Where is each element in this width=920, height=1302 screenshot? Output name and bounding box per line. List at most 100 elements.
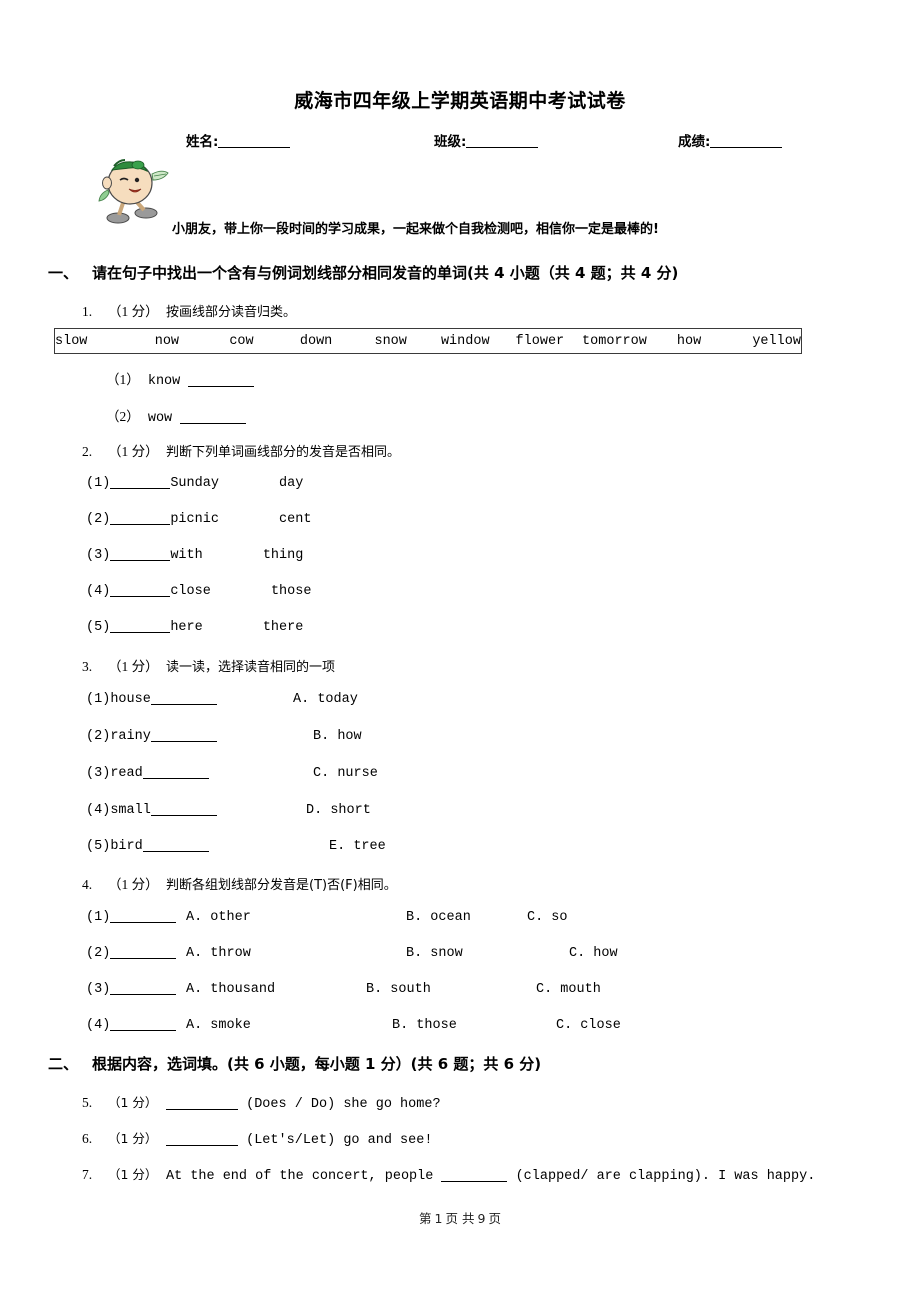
question-4-item-1-option-c[interactable]: C. so xyxy=(527,910,568,925)
student-name-field[interactable]: 姓名: xyxy=(186,130,291,150)
question-2-number: 2. xyxy=(82,444,93,459)
answer-blank[interactable] xyxy=(142,778,209,779)
option-key: B. xyxy=(313,729,330,744)
answer-blank[interactable] xyxy=(150,741,217,742)
answer-blank[interactable] xyxy=(142,851,209,852)
section-title-2: 根据内容，选词填。(共 6 小题，每小题 1 分）(共 6 题；共 6 分) xyxy=(92,1055,542,1073)
student-name-blank[interactable] xyxy=(218,147,291,148)
question-4-item-4-option-b[interactable]: B. those xyxy=(392,1018,457,1033)
item-label: (2) xyxy=(86,729,111,744)
answer-blank[interactable] xyxy=(110,596,171,597)
section-heading-2: 二、 根据内容，选词填。(共 6 小题，每小题 1 分）(共 6 题；共 6 分) xyxy=(48,1053,908,1074)
question-3-item-5: (5)bird xyxy=(86,839,209,854)
answer-blank[interactable] xyxy=(166,1109,238,1110)
item-label: (2) xyxy=(86,512,111,527)
student-score-label: 成绩: xyxy=(678,134,711,150)
question-2-item-2: (2) picnic cent xyxy=(86,512,311,527)
answer-blank[interactable] xyxy=(110,1030,177,1031)
question-7-points: （1 分） xyxy=(108,1167,158,1182)
student-class-blank[interactable] xyxy=(466,147,539,148)
question-1-header: 1. （1 分） 按画线部分读音归类。 xyxy=(82,300,296,320)
question-4-item-2-option-a[interactable]: A. throw xyxy=(186,946,251,961)
question-4-item-3-option-c[interactable]: C. mouth xyxy=(536,982,601,997)
page-title: 威海市四年级上学期英语期中考试试卷 xyxy=(294,90,626,112)
answer-blank[interactable] xyxy=(110,488,171,489)
question-3-header: 3. （1 分） 读一读，选择读音相同的一项 xyxy=(82,655,335,675)
option-value: nurse xyxy=(337,766,378,781)
item-label: (1) xyxy=(86,476,111,491)
footer-total-pages: 9 xyxy=(477,1211,486,1226)
answer-blank[interactable] xyxy=(110,922,177,923)
item-word: read xyxy=(110,766,143,781)
option-key: E. xyxy=(329,839,346,854)
question-4-item-4: (4) xyxy=(86,1018,177,1033)
question-4-item-4-option-c[interactable]: C. close xyxy=(556,1018,621,1033)
page-footer: 第1页 共9页 xyxy=(0,1208,920,1227)
question-6-row: 6. （1 分） (Let's/Let) go and see! xyxy=(82,1128,432,1148)
question-3-number: 3. xyxy=(82,659,93,674)
student-class-field[interactable]: 班级: xyxy=(434,130,539,150)
option-value: tree xyxy=(353,839,386,854)
question-3-item-2: (2)rainy xyxy=(86,729,217,744)
question-4-item-2-option-b[interactable]: B. snow xyxy=(406,946,463,961)
question-4-item-1-option-a[interactable]: A. other xyxy=(186,910,251,925)
word-bank-item: yellow xyxy=(752,333,801,349)
question-4-header: 4. （1 分） 判断各组划线部分发音是(T)否(F)相同。 xyxy=(82,873,397,893)
answer-blank[interactable] xyxy=(150,815,217,816)
student-name-label: 姓名: xyxy=(186,134,219,150)
question-1-item-2: （2） wow xyxy=(106,405,247,426)
item-word: rainy xyxy=(110,729,151,744)
item-label: (4) xyxy=(86,584,111,599)
question-3-option-d[interactable]: D. short xyxy=(306,803,371,818)
option-value: today xyxy=(317,692,358,707)
option-key: D. xyxy=(306,803,323,818)
item-label: (1) xyxy=(86,910,111,925)
item-word: bird xyxy=(110,839,143,854)
question-3-item-3: (3)read xyxy=(86,766,209,781)
word-bank-item: cow xyxy=(229,333,254,349)
word-bank-item: tomorrow xyxy=(582,333,647,349)
answer-blank[interactable] xyxy=(110,560,171,561)
question-3-option-e[interactable]: E. tree xyxy=(329,839,386,854)
question-7-number: 7. xyxy=(82,1167,93,1182)
answer-blank[interactable] xyxy=(166,1145,238,1146)
question-5-number: 5. xyxy=(82,1095,93,1110)
question-1-points: （1 分） xyxy=(108,304,159,319)
word-bank-item: down xyxy=(299,333,333,349)
question-1-word-bank: slow now cow down snow window flower tom… xyxy=(54,328,802,354)
question-3-points: （1 分） xyxy=(108,659,159,674)
question-5-text: (Does / Do) she go home? xyxy=(246,1097,441,1112)
question-7-text-before: At the end of the concert, people xyxy=(166,1169,434,1184)
question-3-option-a[interactable]: A. today xyxy=(293,692,358,707)
question-4-item-2-option-c[interactable]: C. how xyxy=(569,946,618,961)
answer-blank[interactable] xyxy=(110,994,177,995)
question-4-item-1-option-b[interactable]: B. ocean xyxy=(406,910,471,925)
question-2-text: 判断下列单词画线部分的发音是否相同。 xyxy=(166,445,401,460)
question-6-text: (Let's/Let) go and see! xyxy=(246,1133,433,1148)
answer-blank[interactable] xyxy=(110,632,171,633)
item-word-a: picnic xyxy=(170,512,219,527)
student-score-field[interactable]: 成绩: xyxy=(678,130,783,150)
answer-blank[interactable] xyxy=(110,958,177,959)
question-4-item-3-option-b[interactable]: B. south xyxy=(366,982,431,997)
question-4-item-3-option-a[interactable]: A. thousand xyxy=(186,982,275,997)
question-4-item-4-option-a[interactable]: A. smoke xyxy=(186,1018,251,1033)
question-2-item-5: (5) here there xyxy=(86,620,303,635)
footer-prefix: 第 xyxy=(419,1211,432,1226)
student-score-blank[interactable] xyxy=(710,147,783,148)
question-2-item-3: (3) with thing xyxy=(86,548,303,563)
answer-blank[interactable] xyxy=(150,704,217,705)
section-number-2: 二、 xyxy=(48,1055,79,1073)
answer-blank[interactable] xyxy=(110,524,171,525)
item-label: (5) xyxy=(86,839,111,854)
item-word-a: close xyxy=(170,584,211,599)
answer-blank[interactable] xyxy=(441,1181,508,1182)
item-label: (5) xyxy=(86,620,111,635)
encouragement-tagline: 小朋友，带上你一段时间的学习成果，一起来做个自我检测吧，相信你一定是最棒的! xyxy=(172,222,659,237)
question-3-option-c[interactable]: C. nurse xyxy=(313,766,378,781)
question-5-row: 5. （1 分） (Does / Do) she go home? xyxy=(82,1092,441,1112)
question-3-option-b[interactable]: B. how xyxy=(313,729,362,744)
item-label: (3) xyxy=(86,548,111,563)
answer-blank[interactable] xyxy=(188,386,255,387)
answer-blank[interactable] xyxy=(180,423,247,424)
